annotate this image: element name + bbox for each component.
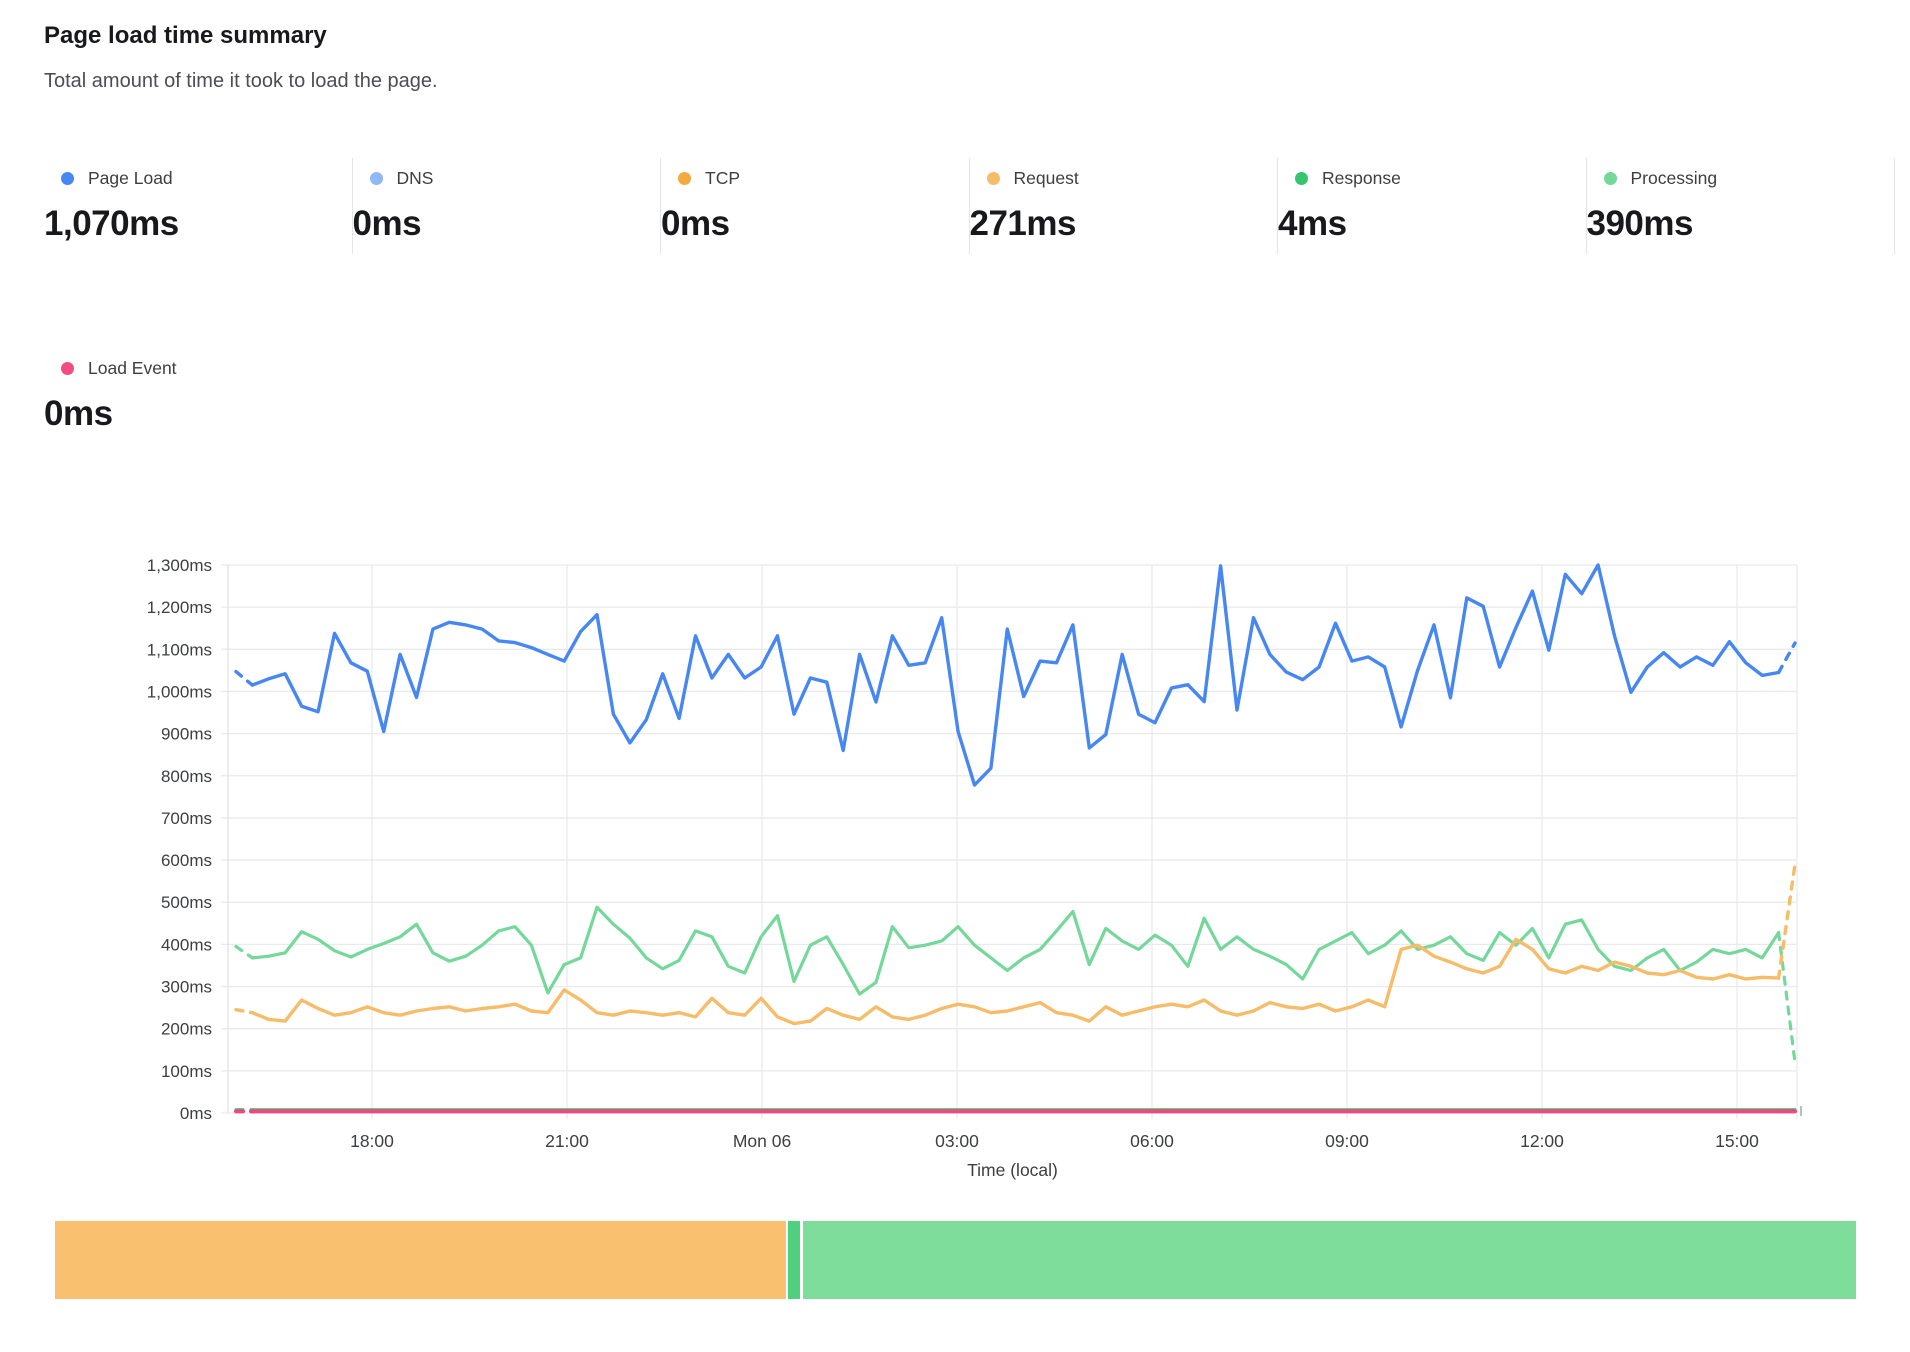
y-tick-label: 800ms <box>161 767 212 786</box>
response-legend-dot-icon <box>1295 172 1308 185</box>
metric-processing[interactable]: Processing 390ms <box>1587 158 1896 254</box>
metric-request[interactable]: Request 271ms <box>970 158 1279 254</box>
metric-tcp[interactable]: TCP 0ms <box>661 158 970 254</box>
y-tick-label: 400ms <box>161 935 212 954</box>
x-tick-label: 09:00 <box>1325 1131 1369 1151</box>
bar-green-segment[interactable] <box>803 1221 1856 1299</box>
metric-label-row: Request <box>970 166 1278 190</box>
metric-label-row: Load Event <box>44 356 353 380</box>
metric-value: 0ms <box>661 204 969 244</box>
metric-value: 1,070ms <box>44 204 352 244</box>
bar-orange-segment[interactable] <box>55 1221 786 1299</box>
metric-page-load[interactable]: Page Load 1,070ms <box>44 158 353 254</box>
series-dashed-end-processing <box>1779 933 1795 1063</box>
y-tick-label: 1,200ms <box>147 598 212 617</box>
y-tick-label: 1,000ms <box>147 682 212 701</box>
series-dashed-start-processing <box>236 947 252 958</box>
x-tick-label: 12:00 <box>1520 1131 1564 1151</box>
series-dashed-start-page-load <box>236 672 252 686</box>
x-tick-label: 03:00 <box>935 1131 979 1151</box>
y-tick-label: 100ms <box>161 1062 212 1081</box>
y-tick-label: 1,300ms <box>147 556 212 575</box>
y-tick-label: 900ms <box>161 725 212 744</box>
metric-value: 390ms <box>1587 204 1895 244</box>
series-line-request <box>252 939 1778 1023</box>
y-tick-label: 200ms <box>161 1020 212 1039</box>
x-tick-label: 18:00 <box>350 1131 394 1151</box>
metric-label: Page Load <box>88 168 173 189</box>
y-tick-label: 500ms <box>161 893 212 912</box>
request-legend-dot-icon <box>987 172 1000 185</box>
metric-label-row: Page Load <box>44 166 352 190</box>
x-tick-label: 21:00 <box>545 1131 589 1151</box>
bar-green-accent-segment[interactable] <box>788 1221 800 1299</box>
metric-label: Load Event <box>88 358 177 379</box>
metric-value: 271ms <box>970 204 1278 244</box>
metric-label-row: Processing <box>1587 166 1895 190</box>
series-dashed-start-request <box>236 1010 252 1013</box>
metric-label-row: TCP <box>661 166 969 190</box>
metric-label-row: Response <box>1278 166 1586 190</box>
processing-legend-dot-icon <box>1604 172 1617 185</box>
series-line-page-load <box>252 565 1778 785</box>
metric-label: Response <box>1322 168 1401 189</box>
x-tick-label: 06:00 <box>1130 1131 1174 1151</box>
metric-value: 4ms <box>1278 204 1586 244</box>
y-tick-label: 700ms <box>161 809 212 828</box>
x-axis-title: Time (local) <box>967 1160 1058 1180</box>
metric-label: Request <box>1014 168 1079 189</box>
series-dashed-end-request <box>1779 864 1795 978</box>
load-event-legend-dot-icon <box>61 362 74 375</box>
page-title: Page load time summary <box>44 22 327 50</box>
metric-label: Processing <box>1631 168 1718 189</box>
metric-value: 0ms <box>353 204 661 244</box>
x-tick-label: Mon 06 <box>733 1131 791 1151</box>
y-tick-label: 0ms <box>180 1104 212 1123</box>
tcp-legend-dot-icon <box>678 172 691 185</box>
metric-label: TCP <box>705 168 740 189</box>
metric-label-row: DNS <box>353 166 661 190</box>
metric-dns[interactable]: DNS 0ms <box>353 158 662 254</box>
y-tick-label: 1,100ms <box>147 640 212 659</box>
page-load-time-panel: Page load time summary Total amount of t… <box>0 0 1910 1352</box>
series-dashed-end-page-load <box>1779 643 1795 673</box>
metric-response[interactable]: Response 4ms <box>1278 158 1587 254</box>
y-tick-label: 300ms <box>161 978 212 997</box>
y-tick-label: 600ms <box>161 851 212 870</box>
timeline-distribution-bar[interactable] <box>55 1221 1856 1299</box>
load-time-chart[interactable]: 0ms 100ms 200ms 300ms 400ms 500ms 600ms 700ms 80… <box>0 428 1910 1190</box>
x-tick-label: 15:00 <box>1715 1131 1759 1151</box>
dns-legend-dot-icon <box>370 172 383 185</box>
page-subtitle: Total amount of time it took to load the… <box>44 70 438 93</box>
page-load-legend-dot-icon <box>61 172 74 185</box>
metrics-legend-row: Page Load 1,070ms DNS 0ms TCP 0ms Request 271ms… <box>44 158 1895 254</box>
metric-label: DNS <box>397 168 434 189</box>
series-line-processing <box>252 907 1778 994</box>
